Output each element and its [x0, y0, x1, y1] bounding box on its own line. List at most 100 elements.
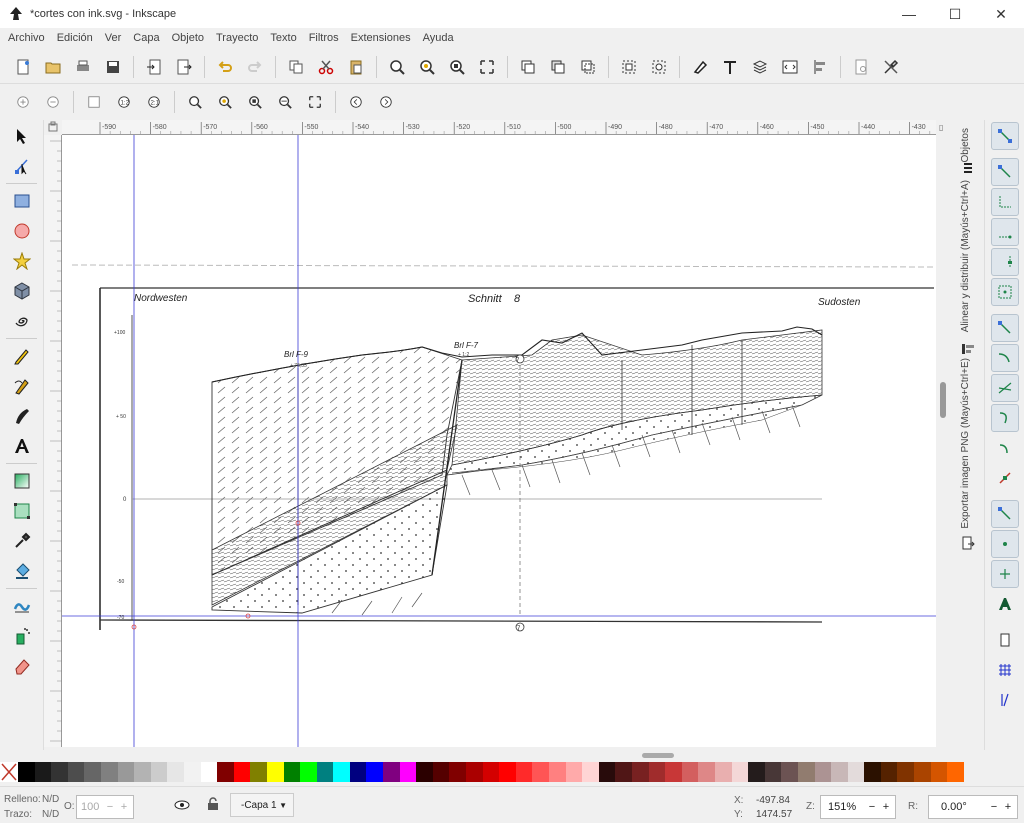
snap-guide-icon[interactable] — [991, 686, 1019, 714]
color-swatch[interactable] — [200, 762, 218, 782]
color-swatch[interactable] — [117, 762, 135, 782]
color-swatch[interactable] — [432, 762, 450, 782]
color-swatch[interactable] — [731, 762, 749, 782]
snap-path-icon[interactable] — [991, 344, 1019, 372]
color-swatch[interactable] — [34, 762, 52, 782]
color-swatch[interactable] — [100, 762, 118, 782]
snap-page-border-icon[interactable] — [991, 626, 1019, 654]
zoom-page-icon[interactable] — [444, 54, 470, 80]
tweak-tool-icon[interactable] — [7, 592, 37, 620]
color-swatch[interactable] — [714, 762, 732, 782]
color-swatch[interactable] — [18, 762, 35, 782]
snap-nodes-icon[interactable] — [991, 314, 1019, 342]
color-swatch[interactable] — [150, 762, 168, 782]
zoom-page-2-icon[interactable] — [242, 89, 268, 115]
color-swatch[interactable] — [515, 762, 533, 782]
color-swatch[interactable] — [482, 762, 500, 782]
rotation-minus-icon[interactable]: − — [987, 801, 1001, 813]
color-swatch[interactable] — [167, 762, 184, 782]
color-swatch[interactable] — [449, 762, 467, 782]
zoom-1to1-icon[interactable] — [81, 89, 107, 115]
color-swatch[interactable] — [864, 762, 881, 782]
copy-icon[interactable] — [283, 54, 309, 80]
paint-bucket-tool-icon[interactable] — [7, 557, 37, 585]
horizontal-ruler[interactable]: -590 -580 -570 -560 -550 -540 -530 -520 -510 -500… — [62, 120, 936, 135]
zoom-width-icon[interactable] — [272, 89, 298, 115]
import-icon[interactable] — [141, 54, 167, 80]
zoom-drawing-2-icon[interactable] — [212, 89, 238, 115]
menu-edicion[interactable]: Edición — [51, 32, 99, 44]
color-swatch[interactable] — [582, 762, 599, 782]
menu-archivo[interactable]: Archivo — [2, 32, 51, 44]
unlink-clone-icon[interactable] — [575, 54, 601, 80]
stroke-value[interactable]: N/D — [42, 809, 59, 820]
snap-object-center-icon[interactable] — [991, 530, 1019, 558]
color-swatch[interactable] — [217, 762, 234, 782]
gradient-tool-icon[interactable] — [7, 467, 37, 495]
group-icon[interactable] — [616, 54, 642, 80]
vertical-ruler[interactable] — [44, 135, 62, 747]
zoom-selection-icon[interactable] — [384, 54, 410, 80]
opacity-spinner[interactable]: 100 − + — [76, 795, 134, 819]
color-swatch[interactable] — [615, 762, 632, 782]
spiral-tool-icon[interactable] — [7, 307, 37, 335]
snap-intersection-icon[interactable] — [991, 374, 1019, 402]
selector-tool-icon[interactable] — [7, 122, 37, 150]
menu-ver[interactable]: Ver — [99, 32, 128, 44]
rotation-plus-icon[interactable]: + — [1001, 801, 1015, 813]
color-swatch[interactable] — [51, 762, 68, 782]
dock-tab-exportar[interactable]: Exportar imagen PNG (Mayús+Ctrl+E) — [958, 358, 976, 538]
color-swatch[interactable] — [349, 762, 367, 782]
color-swatch[interactable] — [631, 762, 649, 782]
snap-smooth-icon[interactable] — [991, 434, 1019, 462]
lock-icon[interactable] — [206, 797, 220, 811]
color-swatch[interactable] — [416, 762, 433, 782]
export-icon[interactable] — [171, 54, 197, 80]
layer-dropdown[interactable]: -Capa 1 ▼ — [230, 793, 294, 817]
color-swatch[interactable] — [914, 762, 931, 782]
zoom-fit-2-icon[interactable] — [302, 89, 328, 115]
snap-bbox-corner-icon[interactable] — [991, 218, 1019, 246]
snap-bbox-center-icon[interactable] — [991, 278, 1019, 306]
eraser-tool-icon[interactable] — [7, 652, 37, 680]
color-swatch[interactable] — [549, 762, 566, 782]
color-swatch[interactable] — [383, 762, 400, 782]
color-swatch[interactable] — [648, 762, 666, 782]
star-tool-icon[interactable] — [7, 247, 37, 275]
snap-rotation-center-icon[interactable] — [991, 560, 1019, 588]
color-swatch[interactable] — [897, 762, 915, 782]
zoom-2to1-icon[interactable]: 2:1 — [141, 89, 167, 115]
snap-others-icon[interactable] — [991, 500, 1019, 528]
color-swatch[interactable] — [67, 762, 85, 782]
snap-bbox-midpoint-icon[interactable] — [991, 248, 1019, 276]
zoom-fit-icon[interactable] — [474, 54, 500, 80]
color-swatch[interactable] — [880, 762, 898, 782]
undo-icon[interactable] — [212, 54, 238, 80]
spray-tool-icon[interactable] — [7, 622, 37, 650]
print-icon[interactable] — [70, 54, 96, 80]
color-swatch[interactable] — [250, 762, 267, 782]
color-swatch[interactable] — [748, 762, 765, 782]
color-swatch[interactable] — [947, 762, 964, 782]
vertical-scrollbar[interactable]: ▯ — [936, 120, 950, 750]
snap-midpoint-icon[interactable] — [991, 464, 1019, 492]
calligraphy-tool-icon[interactable] — [7, 402, 37, 430]
menu-capa[interactable]: Capa — [127, 32, 165, 44]
minimize-button[interactable]: — — [886, 0, 932, 28]
menu-ayuda[interactable]: Ayuda — [417, 32, 460, 44]
snap-grid-icon[interactable] — [991, 656, 1019, 684]
save-icon[interactable] — [100, 54, 126, 80]
color-swatch[interactable] — [814, 762, 832, 782]
color-swatch[interactable] — [399, 762, 417, 782]
color-swatch[interactable] — [333, 762, 350, 782]
color-swatch[interactable] — [598, 762, 616, 782]
color-swatch[interactable] — [797, 762, 815, 782]
fill-value[interactable]: N/D — [42, 794, 59, 805]
color-swatch[interactable] — [183, 762, 201, 782]
color-swatch[interactable] — [781, 762, 798, 782]
color-swatch[interactable] — [831, 762, 848, 782]
color-swatch[interactable] — [316, 762, 334, 782]
layers-icon[interactable] — [747, 54, 773, 80]
duplicate-icon[interactable] — [515, 54, 541, 80]
menu-filtros[interactable]: Filtros — [303, 32, 345, 44]
